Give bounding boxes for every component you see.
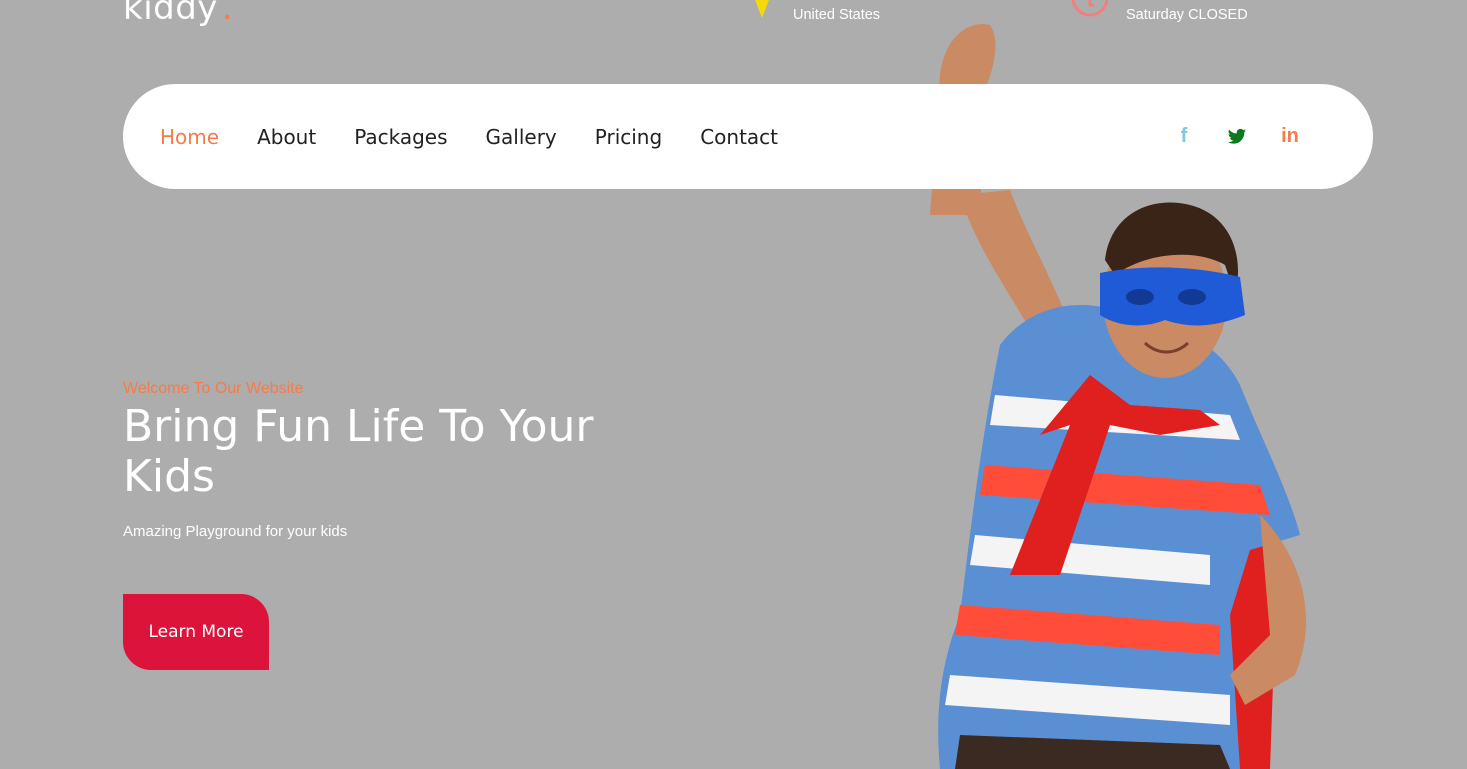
nav-about[interactable]: About bbox=[257, 125, 316, 149]
facebook-icon[interactable]: f bbox=[1173, 125, 1195, 148]
nav-links: Home About Packages Gallery Pricing Cont… bbox=[160, 125, 816, 149]
main-navbar: Home About Packages Gallery Pricing Cont… bbox=[123, 84, 1373, 189]
address-text: United States bbox=[793, 7, 881, 23]
nav-gallery[interactable]: Gallery bbox=[486, 125, 557, 149]
hero-subtitle: Amazing Playground for your kids bbox=[123, 523, 348, 540]
brand-name: kiddy bbox=[123, 0, 218, 28]
linkedin-icon[interactable]: in bbox=[1279, 125, 1301, 148]
location-pin-icon bbox=[755, 0, 769, 18]
nav-home[interactable]: Home bbox=[160, 125, 219, 149]
nav-contact[interactable]: Contact bbox=[700, 125, 778, 149]
brand-dot: . bbox=[221, 0, 234, 28]
brand-logo[interactable]: kiddy. bbox=[123, 0, 233, 28]
social-links: f in bbox=[1173, 84, 1301, 189]
nav-packages[interactable]: Packages bbox=[354, 125, 447, 149]
learn-more-button[interactable]: Learn More bbox=[123, 594, 269, 670]
twitter-icon[interactable] bbox=[1227, 128, 1247, 146]
nav-pricing[interactable]: Pricing bbox=[595, 125, 662, 149]
hero-kicker: Welcome To Our Website bbox=[123, 380, 304, 397]
hero-title: Bring Fun Life To Your Kids bbox=[123, 401, 594, 502]
